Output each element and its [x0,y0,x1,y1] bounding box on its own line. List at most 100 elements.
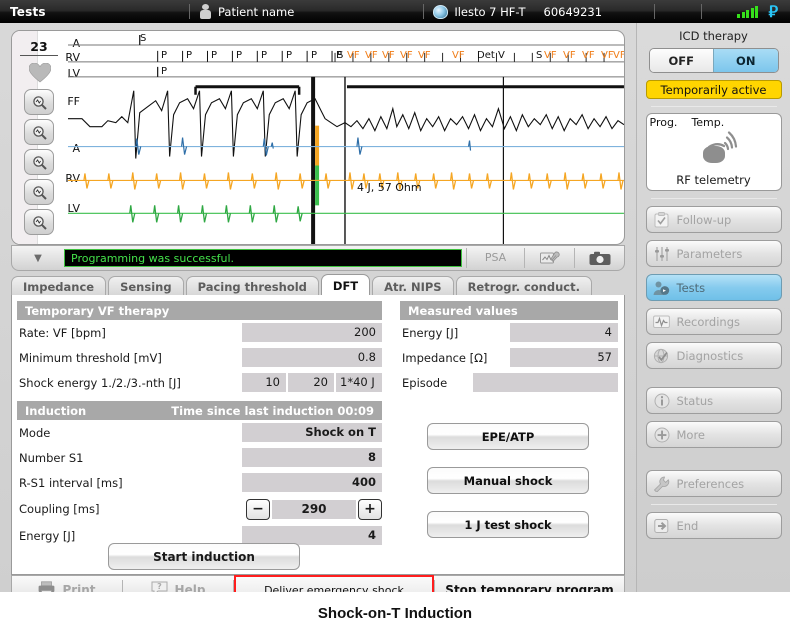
ecg-marker-p: P [236,50,243,61]
panel-title-temporary-vf-therapy: Temporary VF therapy [17,301,382,320]
manual-shock-button[interactable]: Manual shock [427,467,589,494]
ecg-marker-s: S [337,50,344,61]
status-message: Programming was successful. [64,249,462,267]
tab-retrogr-conduct[interactable]: Retrogr. conduct. [455,276,592,296]
status-bar: ▼ Programming was successful. PSA [11,245,625,271]
quantity-stepper-coupling[interactable]: − 290 + [246,498,382,520]
ecg-viewer[interactable]: 23 A RV LV FF A RV LV S P P P P P P P P … [11,30,625,245]
ecg-marker-vf: VF [382,50,395,61]
icd-therapy-on-option[interactable]: ON [713,49,778,72]
coupling-value[interactable]: 290 [272,499,356,519]
tab-pacing-threshold[interactable]: Pacing threshold [185,276,319,296]
measured-values-panel: Measured values Energy [J] 4 Impedance [… [400,301,618,395]
label-measured-energy: Energy [J] [402,325,459,340]
tab-bar[interactable]: Impedance Sensing Pacing threshold DFT A… [11,274,625,296]
divider [650,198,777,199]
device-model-label: Ilesto 7 HF-T [454,4,526,19]
ecg-marker-vf: VF [563,50,576,61]
value-episode [473,373,618,392]
camera-icon[interactable] [574,248,624,268]
value-r-s1-interval[interactable]: 400 [242,473,382,492]
panel-title-text-induction: Induction [25,403,87,418]
device-serial-label: 60649231 [543,4,603,19]
value-shock-energy-3[interactable]: 1*40 J [336,373,382,392]
sidebar-item-follow-up[interactable]: Follow-up [645,206,782,233]
panel-title-text-measured: Measured values [408,303,518,318]
sidebar-item-label: Preferences [676,476,745,491]
wrench-icon [653,475,671,493]
main-content: 23 A RV LV FF A RV LV S P P P P P P P P … [0,23,636,605]
globe-check-icon [653,347,671,365]
icd-therapy-toggle[interactable]: OFF ON [648,48,779,73]
device-info[interactable]: Ilesto 7 HF-T 60649231 [433,4,603,19]
label-r-s1-interval: R-S1 interval [ms] [19,475,123,490]
sidebar-item-preferences[interactable]: Preferences [645,470,782,497]
clipboard-check-icon [653,211,671,229]
tab-sensing[interactable]: Sensing [108,276,184,296]
tools-icon[interactable] [524,248,574,268]
value-minimum-threshold[interactable]: 0.8 [242,348,382,367]
tab-dft[interactable]: DFT [320,274,371,296]
sidebar-item-more[interactable]: More [645,421,782,448]
coupling-decrement-button[interactable]: − [246,498,270,520]
sidebar-item-label: Recordings [676,314,741,329]
test-shock-button[interactable]: 1 J test shock [427,511,589,538]
temporary-vf-therapy-panel: Temporary VF therapy Rate: VF [bpm] 200 … [17,301,382,548]
sidebar-item-label: More [676,427,706,442]
panel-title-induction: Induction Time since last induction 00:0… [17,401,382,420]
ecg-marker-p: P [186,50,193,61]
row-number-s1: Number S1 8 [17,445,382,470]
programmer-app-window: Tests Patient name Ilesto 7 HF-T 6064923… [0,0,790,605]
sidebar-item-tests[interactable]: Tests [645,274,782,301]
value-mode[interactable]: Shock on T [242,423,382,442]
telemetry-prog-label: Prog. [649,116,678,129]
start-induction-button[interactable]: Start induction [108,543,300,570]
label-episode: Episode [402,375,448,390]
page-title: Tests [10,4,46,19]
row-measured-energy: Energy [J] 4 [400,320,618,345]
value-rate-vf[interactable]: 200 [242,323,382,342]
ecg-marker-p: P [161,50,168,61]
telemetry-temp-label: Temp. [691,116,725,129]
epe-atp-button[interactable]: EPE/ATP [427,423,589,450]
divider [654,4,656,19]
coupling-increment-button[interactable]: + [358,498,382,520]
patient-info[interactable]: Patient name [199,4,294,19]
psa-button[interactable]: PSA [466,248,524,268]
chevron-down-icon[interactable]: ▼ [12,253,64,264]
tab-atr-nips[interactable]: Atr. NIPS [372,276,454,296]
ecg-marker-s-top: S [140,33,147,44]
telemetry-header: Prog. Temp. [647,114,781,129]
divider [650,504,777,505]
value-shock-energy-2[interactable]: 20 [288,373,334,392]
ecg-marker-vf: VF [365,50,378,61]
sidebar-item-end[interactable]: End [645,512,782,539]
waveform-icon [653,313,671,331]
device-icon [433,4,449,19]
zoom-button-ff[interactable] [24,89,54,115]
row-rate-vf: Rate: VF [bpm] 200 [17,320,382,345]
person-gear-icon [653,279,671,297]
row-shock-energy: Shock energy 1./2./3.-nth [J] 10 20 1*40… [17,370,382,395]
value-number-s1[interactable]: 8 [242,448,382,467]
zoom-button-2[interactable] [24,119,54,145]
row-coupling: Coupling [ms] − 290 + [17,495,382,523]
row-mode: Mode Shock on T [17,420,382,445]
tab-impedance[interactable]: Impedance [11,276,107,296]
plus-circle-icon [653,426,671,444]
sidebar-item-status[interactable]: Status [645,387,782,414]
sidebar-item-diagnostics[interactable]: Diagnostics [645,342,782,369]
label-shock-energy: Shock energy 1./2./3.-nth [J] [19,375,181,390]
icd-therapy-title: ICD therapy [679,29,748,43]
value-shock-energy-1[interactable]: 10 [242,373,286,392]
telemetry-panel[interactable]: Prog. Temp. RF telemetry [645,113,782,191]
ecg-marker-s: S [536,50,543,61]
divider [423,4,425,19]
icd-therapy-off-option[interactable]: OFF [649,49,713,72]
person-icon [199,4,212,19]
sidebar-item-recordings[interactable]: Recordings [645,308,782,335]
exit-icon [653,517,671,535]
ecg-marker-p: P [261,50,268,61]
label-measured-impedance: Impedance [Ω] [402,350,488,365]
sidebar-item-parameters[interactable]: Parameters [645,240,782,267]
